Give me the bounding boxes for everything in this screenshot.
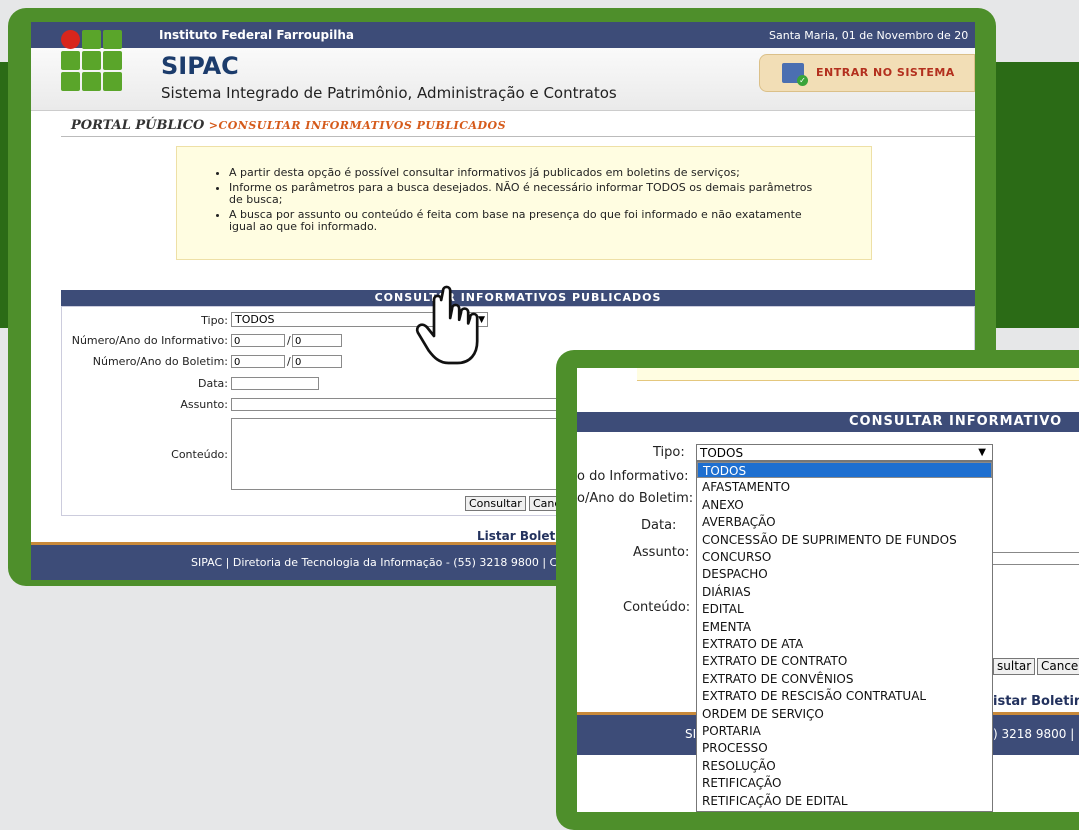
tipo-select-value: TODOS [235, 313, 275, 326]
sipac-page-zoom: CONSULTAR INFORMATIVO Tipo: TODOS ▼ o do… [577, 368, 1079, 812]
zoom-footer-left: SI [685, 727, 697, 741]
dropdown-option[interactable]: EXTRATO DE RESCISÃO CONTRATUAL [697, 688, 992, 704]
info-item: A partir desta opção é possível consulta… [229, 167, 829, 179]
zoom-data-label: Data: [641, 518, 677, 533]
info-item: A busca por assunto ou conteúdo é feita … [229, 209, 829, 233]
enter-system-button[interactable]: ✓ ENTRAR NO SISTEMA [759, 54, 975, 92]
breadcrumb-root[interactable]: PORTAL PÚBLICO [71, 118, 204, 133]
zoom-cancelar-button[interactable]: Cance [1037, 658, 1079, 675]
zoom-tipo-select-value: TODOS [700, 446, 744, 460]
dropdown-option[interactable]: DESPACHO [697, 566, 992, 582]
assunto-label: Assunto: [180, 398, 228, 411]
data-label: Data: [198, 377, 228, 390]
zoom-assunto-input-edge[interactable] [993, 552, 1079, 553]
zoom-tipo-label: Tipo: [653, 445, 685, 460]
zoom-assunto-label: Assunto: [633, 545, 690, 560]
consultar-button[interactable]: Consultar [465, 496, 526, 511]
breadcrumb: PORTAL PÚBLICO >CONSULTAR INFORMATIVOS P… [71, 118, 506, 133]
ano-informativo-input[interactable]: 0 [292, 334, 342, 347]
num-boletim-label: Número/Ano do Boletim: [92, 355, 228, 368]
dropdown-option[interactable]: CONCESSÃO DE SUPRIMENTO DE FUNDOS [697, 532, 992, 548]
conteudo-textarea[interactable] [231, 418, 583, 490]
form-title: CONSULTAR INFORMATIVOS PUBLICADOS [61, 290, 975, 306]
info-item: Informe os parâmetros para a busca desej… [229, 182, 829, 206]
dropdown-option[interactable]: PORTARIA [697, 723, 992, 739]
zoom-conteudo-edge[interactable] [993, 564, 1079, 565]
assunto-input[interactable] [231, 398, 591, 411]
dropdown-option[interactable]: TODOS [697, 462, 992, 478]
ano-boletim-input[interactable]: 0 [292, 355, 342, 368]
enter-system-label: ENTRAR NO SISTEMA [816, 66, 955, 79]
info-box: A partir desta opção é possível consulta… [176, 146, 872, 260]
zoom-form-title: CONSULTAR INFORMATIVO [577, 412, 1079, 432]
breadcrumb-current: CONSULTAR INFORMATIVOS PUBLICADOS [218, 119, 507, 132]
dropdown-option[interactable]: AFASTAMENTO [697, 479, 992, 495]
zoom-listar-link[interactable]: istar Boletin [993, 694, 1079, 709]
dropdown-option[interactable]: RETIFICAÇÃO [697, 775, 992, 791]
zoom-form-title-text: CONSULTAR INFORMATIVO [849, 414, 1063, 429]
if-logo-icon [61, 30, 123, 102]
conteudo-label: Conteúdo: [171, 448, 228, 461]
header: SIPAC Sistema Integrado de Patrimônio, A… [31, 30, 975, 111]
data-input[interactable] [231, 377, 319, 390]
info-box-edge [637, 368, 1079, 381]
dropdown-option[interactable]: CONCURSO [697, 549, 992, 565]
dropdown-option[interactable]: EXTRATO DE ATA [697, 636, 992, 652]
dropdown-option[interactable]: AVERBAÇÃO [697, 514, 992, 530]
dropdown-option[interactable]: RETIFICAÇÃO DE EDITAL [697, 793, 992, 809]
current-date: Santa Maria, 01 de Novembro de 20 [769, 29, 969, 42]
num-informativo-label: Número/Ano do Informativo: [71, 334, 228, 347]
user-login-icon: ✓ [782, 63, 808, 86]
num-boletim-input[interactable]: 0 [231, 355, 285, 368]
zoom-conteudo-label: Conteúdo: [623, 600, 691, 615]
tipo-label: Tipo: [201, 314, 228, 327]
footer-text: SIPAC | Diretoria de Tecnologia da Infor… [191, 556, 564, 569]
zoom-informativo-label: o do Informativo: [577, 469, 689, 484]
chevron-down-icon: ▼ [978, 447, 986, 458]
tipo-dropdown-list[interactable]: TODOS AFASTAMENTO ANEXO AVERBAÇÃO CONCESSÃO … [696, 461, 993, 812]
dropdown-option[interactable]: EMENTA [697, 619, 992, 635]
app-name: SIPAC [161, 52, 239, 80]
dropdown-option[interactable]: EXTRATO DE CONTRATO [697, 653, 992, 669]
slash-separator: / [287, 334, 291, 347]
zoom-consultar-button[interactable]: sultar [993, 658, 1036, 675]
dropdown-option[interactable]: EXTRATO DE CONVÊNIOS [697, 671, 992, 687]
dropdown-option[interactable]: ORDEM DE SERVIÇO [697, 706, 992, 722]
slash-separator: / [287, 355, 291, 368]
dropdown-option[interactable]: RESOLUÇÃO [697, 758, 992, 774]
dropdown-option[interactable]: ANEXO [697, 497, 992, 513]
zoom-footer-right: ) 3218 9800 | [993, 727, 1075, 741]
divider [61, 136, 975, 137]
institution-name: Instituto Federal Farroupilha [159, 28, 354, 42]
dropdown-option[interactable]: PROCESSO [697, 740, 992, 756]
zoom-boletim-label: o/Ano do Boletim: [577, 491, 694, 506]
zoom-tipo-select[interactable]: TODOS ▼ [696, 444, 993, 461]
hand-pointer-icon [415, 285, 479, 365]
top-bar: Instituto Federal Farroupilha Santa Mari… [31, 22, 975, 48]
dropdown-option[interactable]: EDITAL [697, 601, 992, 617]
num-informativo-input[interactable]: 0 [231, 334, 285, 347]
dropdown-option[interactable]: DIÁRIAS [697, 584, 992, 600]
app-subtitle: Sistema Integrado de Patrimônio, Adminis… [161, 84, 617, 102]
breadcrumb-separator: > [204, 119, 219, 132]
